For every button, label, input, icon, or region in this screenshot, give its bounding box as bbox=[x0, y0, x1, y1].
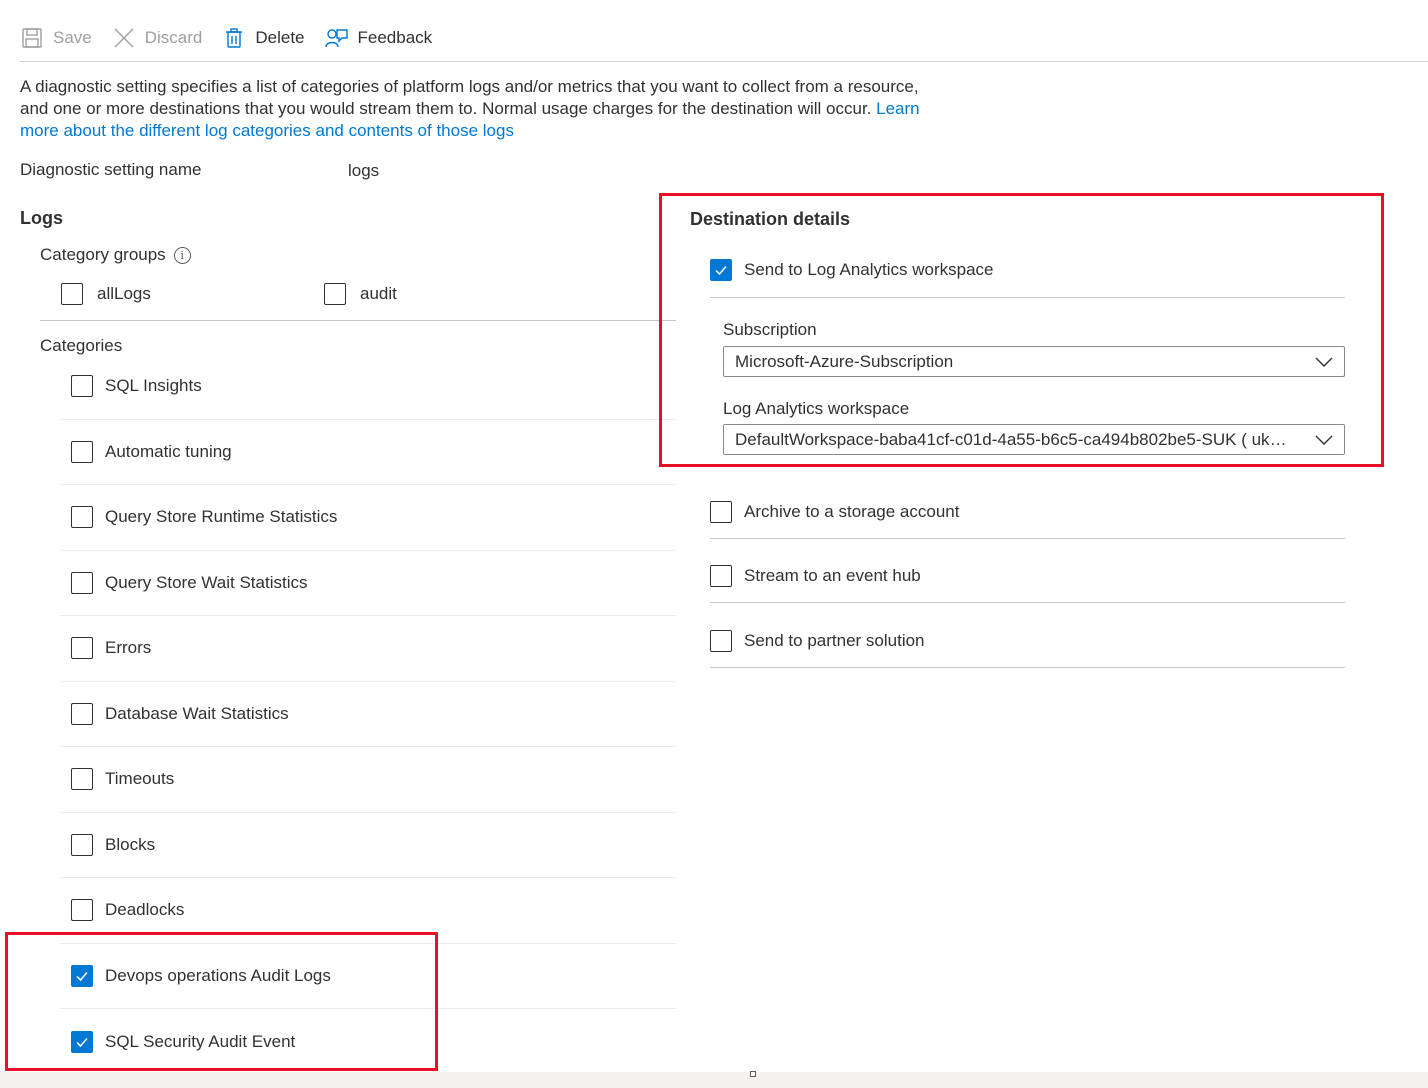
send-to-log-analytics[interactable]: Send to Log Analytics workspace bbox=[710, 259, 1345, 281]
logs-heading: Logs bbox=[20, 208, 63, 228]
description-text: A diagnostic setting specifies a list of… bbox=[20, 77, 919, 118]
destination-label: Send to partner solution bbox=[744, 631, 925, 650]
category-label: Timeouts bbox=[105, 769, 175, 789]
category-blocks[interactable]: Blocks bbox=[60, 813, 676, 878]
subscription-dropdown[interactable]: Microsoft-Azure-Subscription bbox=[723, 346, 1345, 377]
category-label: SQL Insights bbox=[105, 376, 202, 396]
category-devops-operations-audit-logs[interactable]: Devops operations Audit Logs bbox=[60, 944, 676, 1009]
destination-divider bbox=[710, 667, 1345, 668]
delete-label: Delete bbox=[255, 28, 305, 47]
save-button[interactable]: Save bbox=[20, 26, 92, 50]
checkbox-checked[interactable] bbox=[710, 259, 732, 281]
bottom-strip bbox=[0, 1072, 1428, 1088]
categories-list: SQL Insights Automatic tuning Query Stor… bbox=[60, 354, 676, 1075]
workspace-value: DefaultWorkspace-baba41cf-c01d-4a55-b6c5… bbox=[735, 429, 1304, 449]
checkbox[interactable] bbox=[71, 506, 93, 529]
category-groups-divider bbox=[40, 320, 676, 321]
trash-icon bbox=[222, 26, 246, 50]
discard-button[interactable]: Discard bbox=[112, 26, 203, 50]
checkbox-checked[interactable] bbox=[71, 964, 93, 987]
checkbox[interactable] bbox=[71, 375, 93, 398]
info-icon[interactable]: i bbox=[173, 246, 191, 264]
category-group-alllogs[interactable]: allLogs bbox=[61, 283, 151, 305]
command-bar: Save Discard Delete Feedback bbox=[20, 22, 452, 54]
chevron-down-icon bbox=[1304, 347, 1344, 376]
feedback-icon bbox=[324, 26, 349, 50]
close-icon bbox=[112, 26, 136, 50]
category-label: Deadlocks bbox=[105, 900, 185, 920]
subscription-value: Microsoft-Azure-Subscription bbox=[735, 351, 954, 371]
checkbox[interactable] bbox=[71, 637, 93, 660]
destination-divider bbox=[710, 538, 1345, 539]
checkbox-checked[interactable] bbox=[71, 1030, 93, 1053]
checkbox[interactable] bbox=[71, 768, 93, 791]
destination-label: Stream to an event hub bbox=[744, 566, 921, 585]
category-query-store-runtime-statistics[interactable]: Query Store Runtime Statistics bbox=[60, 485, 676, 551]
category-groups-text: Category groups bbox=[40, 245, 166, 264]
category-label: Devops operations Audit Logs bbox=[105, 965, 331, 985]
checkbox[interactable] bbox=[710, 501, 732, 523]
setting-name-value: logs bbox=[348, 161, 380, 180]
checkbox[interactable] bbox=[71, 440, 93, 463]
category-sql-insights[interactable]: SQL Insights bbox=[60, 354, 676, 420]
checkbox[interactable] bbox=[710, 565, 732, 587]
destination-heading: Destination details bbox=[690, 209, 851, 229]
category-groups-label: Category groups i bbox=[40, 245, 191, 265]
resize-handle[interactable] bbox=[750, 1071, 756, 1077]
checkbox[interactable] bbox=[71, 702, 93, 725]
checkmark-icon bbox=[76, 1037, 88, 1047]
category-timeouts[interactable]: Timeouts bbox=[60, 747, 676, 813]
destination-label: Send to Log Analytics workspace bbox=[744, 260, 994, 279]
category-label: Query Store Runtime Statistics bbox=[105, 507, 338, 527]
setting-name-label: Diagnostic setting name bbox=[20, 160, 202, 179]
category-label: Query Store Wait Statistics bbox=[105, 572, 308, 592]
category-label: Database Wait Statistics bbox=[105, 703, 289, 723]
category-group-audit[interactable]: audit bbox=[324, 283, 397, 305]
subscription-label: Subscription bbox=[723, 320, 817, 339]
checkmark-icon bbox=[715, 266, 727, 276]
chevron-down-icon bbox=[1304, 425, 1344, 454]
checkbox[interactable] bbox=[324, 283, 346, 305]
feedback-label: Feedback bbox=[357, 28, 433, 47]
category-group-label: audit bbox=[360, 284, 397, 303]
category-label: Blocks bbox=[105, 834, 156, 854]
destination-label: Archive to a storage account bbox=[744, 502, 960, 521]
categories-label: Categories bbox=[40, 336, 123, 355]
stream-to-event-hub[interactable]: Stream to an event hub bbox=[710, 565, 1345, 587]
checkbox[interactable] bbox=[710, 630, 732, 652]
delete-button[interactable]: Delete bbox=[222, 26, 305, 50]
checkbox[interactable] bbox=[71, 571, 93, 594]
category-errors[interactable]: Errors bbox=[60, 616, 676, 682]
category-group-label: allLogs bbox=[97, 284, 151, 303]
feedback-button[interactable]: Feedback bbox=[324, 26, 433, 50]
category-label: Errors bbox=[105, 638, 152, 658]
category-database-wait-statistics[interactable]: Database Wait Statistics bbox=[60, 682, 676, 747]
save-label: Save bbox=[53, 28, 92, 47]
checkbox[interactable] bbox=[71, 899, 93, 922]
checkbox[interactable] bbox=[71, 833, 93, 856]
destination-divider bbox=[710, 297, 1345, 298]
category-sql-security-audit-event[interactable]: SQL Security Audit Event bbox=[60, 1009, 676, 1075]
category-query-store-wait-statistics[interactable]: Query Store Wait Statistics bbox=[60, 551, 676, 616]
checkbox[interactable] bbox=[61, 283, 83, 305]
discard-label: Discard bbox=[144, 28, 203, 47]
category-label: Automatic tuning bbox=[105, 441, 232, 461]
archive-to-storage[interactable]: Archive to a storage account bbox=[710, 501, 1345, 523]
send-to-partner[interactable]: Send to partner solution bbox=[710, 630, 1345, 652]
save-icon bbox=[20, 26, 44, 50]
category-deadlocks[interactable]: Deadlocks bbox=[60, 878, 676, 944]
category-automatic-tuning[interactable]: Automatic tuning bbox=[60, 420, 676, 485]
category-label: SQL Security Audit Event bbox=[105, 1031, 296, 1051]
destination-divider bbox=[710, 602, 1345, 603]
workspace-dropdown[interactable]: DefaultWorkspace-baba41cf-c01d-4a55-b6c5… bbox=[723, 424, 1345, 455]
description: A diagnostic setting specifies a list of… bbox=[20, 76, 950, 142]
checkmark-icon bbox=[76, 971, 88, 981]
toolbar-divider bbox=[20, 61, 1428, 62]
diagnostic-setting-page: Save Discard Delete Feedback A diagnosti… bbox=[0, 0, 1428, 1072]
workspace-label: Log Analytics workspace bbox=[723, 399, 910, 418]
